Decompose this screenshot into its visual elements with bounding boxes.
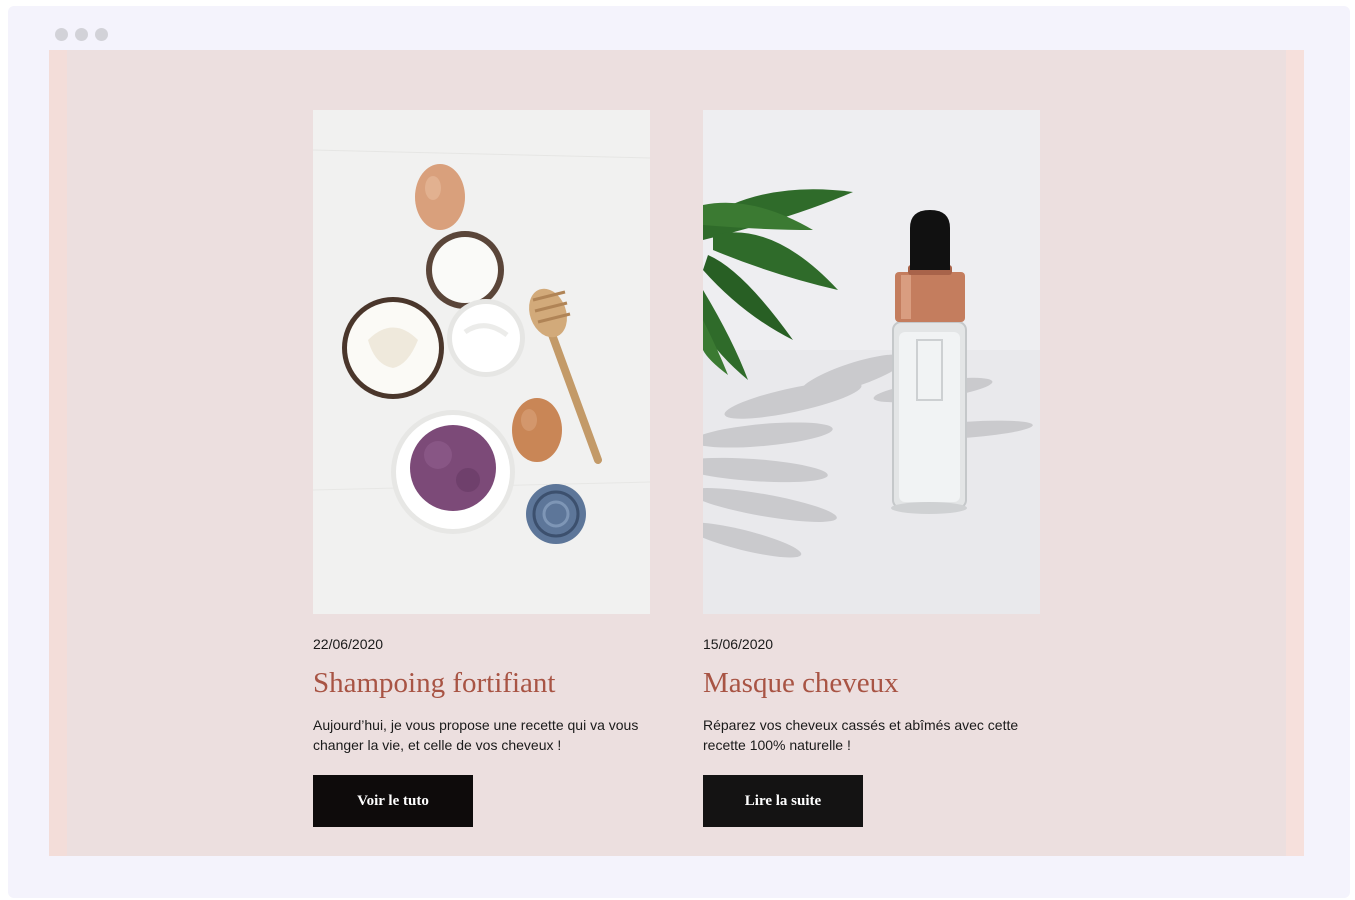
window-dot-icon[interactable] [55, 28, 68, 41]
window-controls [55, 28, 108, 41]
post-title[interactable]: Masque cheveux [703, 667, 1040, 700]
page-edge-left [49, 50, 67, 856]
window-dot-icon[interactable] [95, 28, 108, 41]
ingredients-image[interactable] [313, 110, 650, 614]
page-edge-right [1286, 50, 1304, 856]
blog-card-masque: 15/06/2020 Masque cheveux Réparez vos ch… [703, 110, 1040, 828]
post-description: Aujourd’hui, je vous propose une recette… [313, 717, 639, 753]
post-title[interactable]: Shampoing fortifiant [313, 667, 650, 700]
serum-bottle-image[interactable] [703, 110, 1040, 614]
window-dot-icon[interactable] [75, 28, 88, 41]
post-description: Réparez vos cheveux cassés et abîmés ave… [703, 717, 1019, 753]
post-date: 15/06/2020 [703, 636, 774, 652]
blog-card-shampoing: 22/06/2020 Shampoing fortifiant Aujourd’… [313, 110, 650, 828]
post-date: 22/06/2020 [313, 636, 384, 652]
page-content: 22/06/2020 Shampoing fortifiant Aujourd’… [49, 50, 1304, 856]
lire-la-suite-button[interactable]: Lire la suite [703, 775, 863, 828]
voir-le-tuto-button[interactable]: Voir le tuto [313, 775, 473, 828]
